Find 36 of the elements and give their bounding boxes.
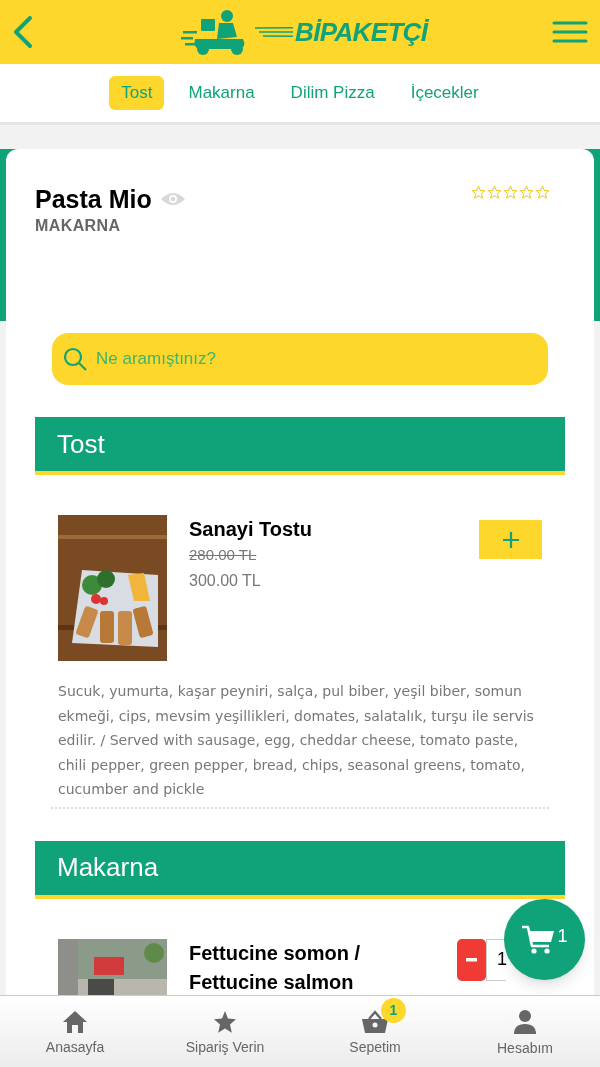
user-icon [513,1008,537,1035]
cart-icon [521,923,556,956]
menu-icon[interactable] [552,21,588,43]
price: 300.00 TL [189,571,262,591]
product-name: Fettucine somon / Fettucine salmon [189,940,362,995]
basket-icon [361,1009,389,1034]
nav-tab[interactable]: Anasayfa [0,996,150,1067]
count-badge: 1 [381,997,406,1023]
home-icon [62,1009,88,1034]
logo-text: BİPAKETÇİ [293,16,430,48]
star-icon [471,185,486,200]
product-name: Sanayi Tostu [189,517,313,542]
star-icon [519,185,534,200]
nav-tab[interactable]: 1 Sepetim [300,996,450,1067]
nav-tab[interactable]: Hesabım [450,996,600,1067]
star-icon [487,185,502,200]
star-icon [535,185,550,200]
restaurant-name: Pasta Mio [35,184,152,214]
restaurant-category: MAKARNA [35,216,122,236]
back-icon[interactable] [12,15,34,49]
old-price: 280.00 TL [189,545,258,565]
star-icon [503,185,518,200]
eye-icon[interactable] [159,191,186,207]
section-header: Makarna [35,840,565,899]
search-field[interactable]: Ne aramıştınız? [52,333,548,385]
category-tab[interactable]: Makarna [176,76,267,110]
section-header: Tost [35,417,565,475]
star-icon [213,1009,237,1034]
product-description: Sucuk, yumurta, kaşar peyniri, salça, pul biber, yeşil biber, somun ekmeği, cips, mevsim yeşillikleri, domates, salatalık, turşu ile servis edilir. / Served with sausage, egg, cheddar cheese, tomato paste, chili pepper, green pepper, bread, chips, seasonal greens, tomato, cucumber and pickle [58,682,535,800]
category-tab[interactable]: Dilim Pizza [278,76,387,110]
category-tab[interactable]: İçecekler [398,76,491,110]
search-icon [63,347,87,371]
minus-button[interactable] [457,938,486,981]
add-button[interactable] [479,520,542,559]
nav-tab[interactable]: Sipariş Verin [150,996,300,1067]
plus-icon [501,530,520,549]
